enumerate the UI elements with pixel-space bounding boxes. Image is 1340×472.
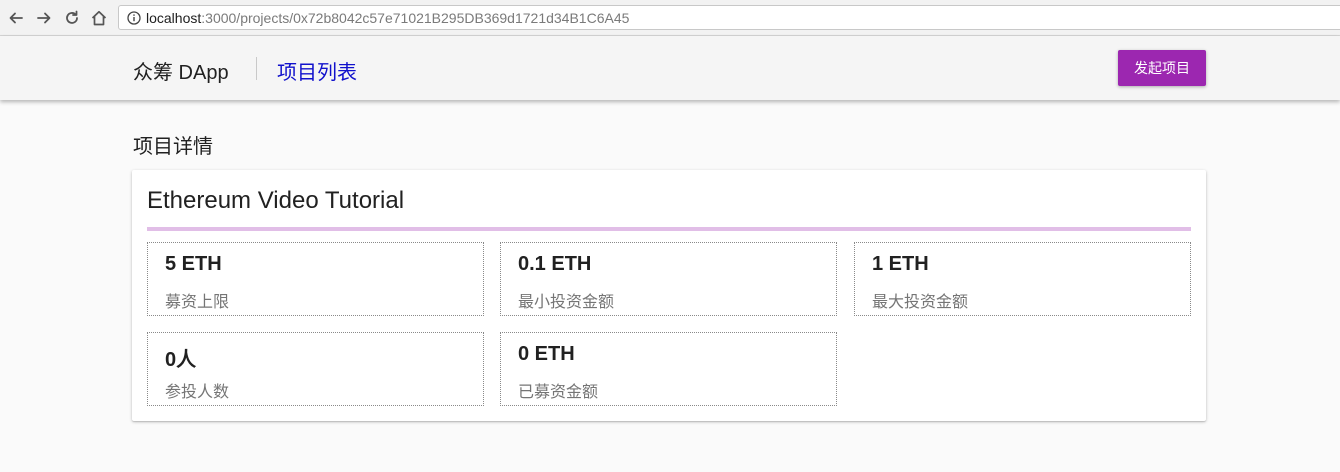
stat-value: 0人 <box>165 349 197 371</box>
header-divider <box>256 57 257 80</box>
page-title: 项目详情 <box>133 136 213 158</box>
brand-title[interactable]: 众筹 DApp <box>133 56 229 85</box>
url-text[interactable]: localhost:3000/projects/0x72b8042c57e710… <box>146 10 629 26</box>
stat-label: 最大投资金额 <box>872 294 969 311</box>
project-list-link[interactable]: 项目列表 <box>277 56 357 85</box>
stat-label: 参投人数 <box>165 384 230 401</box>
browser-toolbar: localhost:3000/projects/0x72b8042c57e710… <box>0 0 1340 36</box>
reload-icon[interactable] <box>62 8 82 28</box>
stat-value: 1 ETH <box>872 253 929 275</box>
stat-max-invest: 1 ETH 最大投资金额 <box>854 242 1191 316</box>
forward-arrow-icon[interactable] <box>34 8 54 28</box>
stat-label: 募资上限 <box>165 294 230 311</box>
stat-label: 最小投资金额 <box>518 294 615 311</box>
project-detail-card: Ethereum Video Tutorial 5 ETH 募资上限 0.1 E… <box>132 170 1206 421</box>
back-arrow-icon[interactable] <box>6 8 26 28</box>
app-header: 众筹 DApp 项目列表 发起项目 <box>0 36 1340 100</box>
stat-investor-count: 0人 参投人数 <box>147 332 484 406</box>
stat-value: 0 ETH <box>518 343 575 365</box>
title-divider <box>147 227 1191 231</box>
project-name: Ethereum Video Tutorial <box>147 187 405 214</box>
create-project-button[interactable]: 发起项目 <box>1118 50 1206 86</box>
home-icon[interactable] <box>89 8 109 28</box>
url-path: :3000/projects/0x72b8042c57e71021B295DB3… <box>201 10 630 26</box>
stat-value: 0.1 ETH <box>518 253 592 275</box>
stat-raised: 0 ETH 已募资金额 <box>500 332 837 406</box>
address-bar[interactable]: localhost:3000/projects/0x72b8042c57e710… <box>118 5 1340 30</box>
stat-goal: 5 ETH 募资上限 <box>147 242 484 316</box>
stat-value: 5 ETH <box>165 253 222 275</box>
stat-min-invest: 0.1 ETH 最小投资金额 <box>500 242 837 316</box>
url-host: localhost <box>146 10 202 26</box>
stat-label: 已募资金额 <box>518 384 599 401</box>
info-icon[interactable] <box>127 11 141 25</box>
